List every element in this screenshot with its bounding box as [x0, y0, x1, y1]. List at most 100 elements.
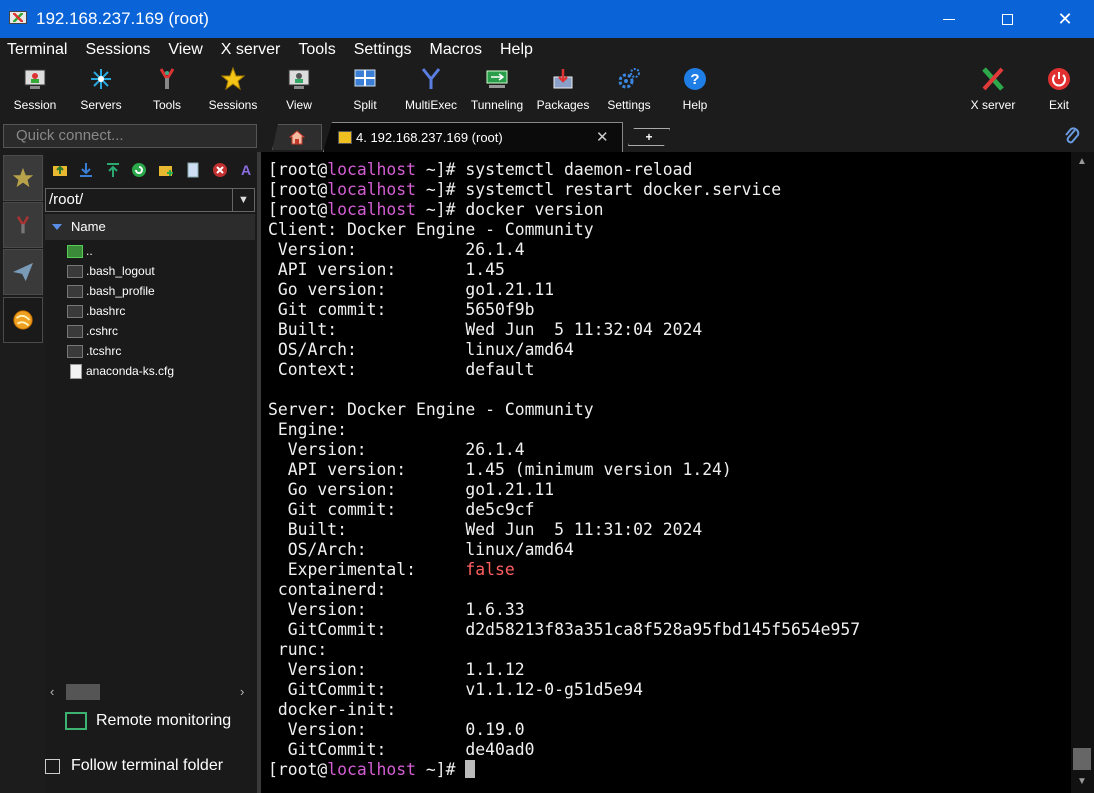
- file-list-horizontal-scrollbar[interactable]: ‹ ›: [45, 684, 255, 700]
- view-button[interactable]: View: [266, 65, 332, 117]
- checkbox[interactable]: [45, 758, 60, 774]
- file-item[interactable]: .bash_profile: [67, 281, 155, 301]
- terminal-output-line: OS/Arch: linux/amd64: [268, 340, 574, 359]
- remote-path-field[interactable]: /root/ ▼: [45, 188, 255, 212]
- file-icon: [67, 284, 83, 298]
- home-tab[interactable]: [272, 124, 322, 150]
- exit-button[interactable]: Exit: [1026, 65, 1092, 117]
- remote-monitoring-button[interactable]: Remote monitoring: [65, 712, 231, 730]
- new-folder-icon[interactable]: [158, 162, 174, 178]
- tabs-bar: Quick connect... 4. 192.168.237.169 (roo…: [0, 120, 1094, 152]
- file-item[interactable]: .bash_logout: [67, 261, 155, 281]
- terminal-output-line: API version: 1.45: [268, 260, 505, 279]
- scroll-thumb[interactable]: [66, 684, 100, 700]
- terminal-output-line: Go version: go1.21.11: [268, 480, 555, 499]
- scroll-right-icon[interactable]: ›: [240, 684, 244, 699]
- mobaxterm-app-icon: [9, 11, 29, 27]
- scroll-up-icon[interactable]: ▲: [1077, 156, 1087, 167]
- file-icon: [67, 304, 83, 318]
- menu-view[interactable]: View: [161, 41, 208, 59]
- tunneling-button[interactable]: Tunneling: [464, 65, 530, 117]
- scroll-left-icon[interactable]: ‹: [50, 684, 54, 699]
- terminal-output-line: Version: 1.1.12: [268, 660, 525, 679]
- path-dropdown-button[interactable]: ▼: [232, 189, 254, 211]
- file-item[interactable]: ..: [67, 241, 93, 261]
- terminal-output-line: Context: default: [268, 360, 535, 379]
- multiexec-icon: [421, 68, 441, 89]
- terminal-command-line: [root@localhost ~]# systemctl restart do…: [268, 180, 1071, 200]
- name-column-header[interactable]: Name: [45, 214, 255, 240]
- terminal-output-line: Client: Docker Engine - Community: [268, 220, 594, 239]
- exit-power-icon: [1048, 68, 1070, 90]
- terminal-output-line: Git commit: 5650f9b: [268, 300, 535, 319]
- upload-icon[interactable]: [105, 162, 121, 178]
- side-tabs: [0, 152, 45, 793]
- attachment-clip-icon[interactable]: [1063, 126, 1081, 146]
- menu-settings[interactable]: Settings: [347, 41, 418, 59]
- terminal-scroll-thumb[interactable]: [1073, 748, 1091, 770]
- follow-terminal-folder-checkbox[interactable]: Follow terminal folder: [45, 757, 223, 775]
- title-bar: 192.168.237.169 (root) ✕: [0, 0, 1094, 38]
- menu-x-server[interactable]: X server: [214, 41, 287, 59]
- terminal-output[interactable]: [root@localhost ~]# systemctl daemon-rel…: [261, 152, 1071, 793]
- minimize-button[interactable]: [920, 0, 978, 38]
- menu-tools[interactable]: Tools: [291, 41, 341, 59]
- sftp-side-tab[interactable]: [3, 297, 43, 343]
- file-name: .tcshrc: [86, 344, 122, 358]
- split-label: Split: [353, 98, 377, 112]
- xserver-button[interactable]: X server: [960, 65, 1026, 117]
- menu-terminal[interactable]: Terminal: [0, 41, 73, 59]
- macros-side-tab[interactable]: [3, 249, 43, 295]
- terminal-output-line: containerd:: [268, 580, 387, 599]
- maximize-button[interactable]: [978, 0, 1036, 38]
- file-item[interactable]: .bashrc: [67, 301, 125, 321]
- sessions-label: Sessions: [208, 98, 258, 112]
- tunneling-label: Tunneling: [470, 98, 524, 112]
- split-button[interactable]: Split: [332, 65, 398, 117]
- file-item[interactable]: .cshrc: [67, 321, 118, 341]
- file-item[interactable]: anaconda-ks.cfg: [67, 361, 174, 381]
- view-label: View: [286, 98, 312, 112]
- parent-folder-icon[interactable]: [52, 162, 68, 178]
- multiexec-button[interactable]: MultiExec: [398, 65, 464, 117]
- servers-icon: [91, 69, 111, 89]
- terminal-output-line: runc:: [268, 640, 328, 659]
- close-window-button[interactable]: ✕: [1036, 0, 1094, 38]
- tools-side-tab[interactable]: [3, 202, 43, 248]
- quick-connect-input[interactable]: Quick connect...: [3, 124, 257, 148]
- session-tab-active[interactable]: 4. 192.168.237.169 (root) ✕: [323, 122, 623, 152]
- remote-monitoring-label: Remote monitoring: [96, 712, 232, 729]
- delete-icon[interactable]: [212, 162, 228, 178]
- new-file-icon[interactable]: [185, 162, 201, 178]
- download-icon[interactable]: [78, 162, 94, 178]
- close-tab-icon[interactable]: ✕: [596, 128, 609, 146]
- scroll-down-icon[interactable]: ▼: [1077, 776, 1087, 787]
- prompt-command: ~]# systemctl daemon-reload: [416, 160, 693, 179]
- prompt-command: ~]# systemctl restart docker.service: [416, 180, 782, 199]
- star-icon: [12, 167, 34, 188]
- menu-macros[interactable]: Macros: [423, 41, 488, 59]
- help-button[interactable]: ? Help: [662, 65, 728, 117]
- chevron-down-icon: ▼: [238, 194, 249, 206]
- terminal-cursor: [465, 760, 476, 778]
- tools-button[interactable]: Tools: [134, 65, 200, 117]
- prompt-host: localhost: [327, 760, 417, 779]
- menu-sessions[interactable]: Sessions: [78, 41, 156, 59]
- file-name: anaconda-ks.cfg: [86, 364, 175, 378]
- sessions-button[interactable]: Sessions: [200, 65, 266, 117]
- menu-help[interactable]: Help: [493, 41, 539, 59]
- new-tab-button[interactable]: +: [628, 128, 670, 146]
- terminal-vertical-scrollbar[interactable]: ▲ ▼: [1071, 152, 1094, 793]
- rename-icon[interactable]: A: [238, 162, 254, 178]
- refresh-icon[interactable]: [131, 162, 147, 178]
- menu-bar: Terminal Sessions View X server Tools Se…: [0, 38, 1094, 62]
- packages-button[interactable]: Packages: [530, 65, 596, 117]
- servers-button[interactable]: Servers: [68, 65, 134, 117]
- main-toolbar: Session Servers Tools Sessions View Spli…: [0, 62, 1094, 120]
- settings-button[interactable]: Settings: [596, 65, 662, 117]
- terminal-command-line: [root@localhost ~]# docker version: [268, 200, 1071, 220]
- session-button[interactable]: Session: [2, 65, 68, 117]
- sessions-side-tab[interactable]: [3, 155, 43, 201]
- file-item[interactable]: .tcshrc: [67, 341, 121, 361]
